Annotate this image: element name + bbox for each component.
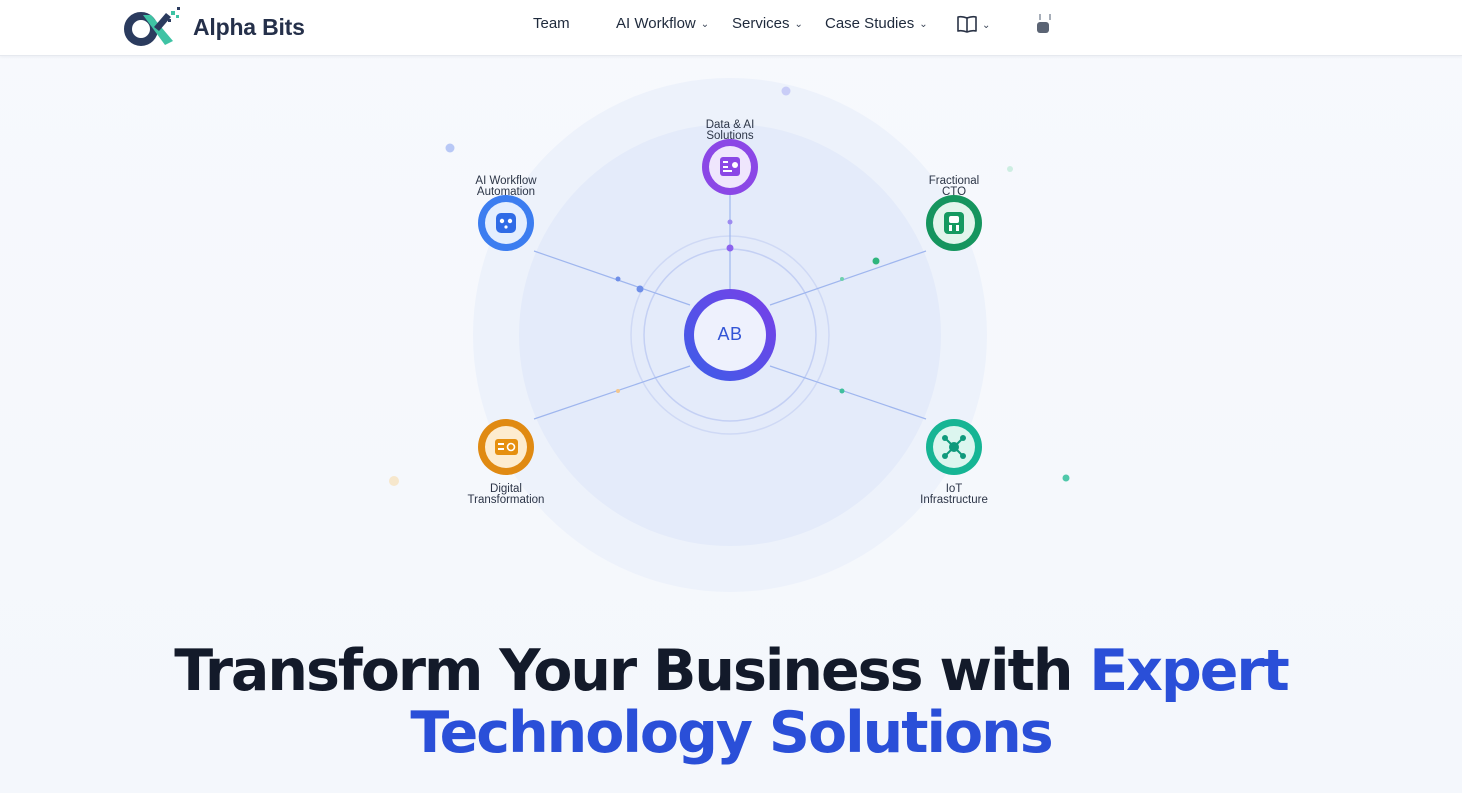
chevron-down-icon: ⌄ [982, 19, 991, 31]
brand-name: Alpha Bits [193, 13, 305, 40]
node-ai-workflow [478, 195, 534, 251]
node-iot-infrastructure [926, 419, 982, 475]
nav-ai-workflow[interactable]: AI Workflow ⌄ [616, 15, 709, 32]
robot-icon [496, 213, 516, 233]
nav-case-studies-label: Case Studies [825, 15, 915, 32]
chevron-down-icon: ⌄ [794, 19, 803, 30]
hero-headline: Transform Your Business with Expert Tech… [0, 640, 1462, 764]
brand-logo[interactable]: Alpha Bits [121, 5, 305, 49]
nav-case-studies[interactable]: Case Studies ⌄ [825, 15, 928, 32]
alpha-bits-logo-icon [124, 7, 180, 46]
node-label-iot-infrastructure: IoT Infrastructure [920, 483, 988, 506]
book-open-icon [957, 15, 977, 33]
chevron-down-icon: ⌄ [919, 19, 928, 30]
nav-resources-menu[interactable]: ⌄ [957, 15, 990, 33]
headline-part2: Expert [1089, 638, 1290, 704]
node-label-data-ai: Data & AI Solutions [705, 119, 755, 142]
chevron-down-icon: ⌄ [700, 19, 710, 30]
nav-ai-workflow-label: AI Workflow [616, 15, 696, 32]
node-fractional-cto [926, 195, 982, 251]
nav-team-label: Team [533, 15, 570, 32]
node-data-ai [702, 139, 758, 195]
headline-line2: Technology Solutions [410, 700, 1053, 766]
node-label-digital-transformation: Digital Transformation [467, 483, 545, 506]
nav-team[interactable]: Team [533, 15, 570, 32]
top-navbar: Alpha Bits Team AI Workflow ⌄ Services ⌄… [0, 0, 1462, 56]
plug-icon[interactable] [1035, 12, 1055, 41]
node-label-fractional-cto: Fractional CTO [928, 175, 980, 198]
node-digital-transformation [478, 419, 534, 475]
hub-label: AB [717, 324, 743, 344]
nav-services-label: Services [732, 15, 790, 32]
nav-services[interactable]: Services ⌄ [732, 15, 803, 32]
node-label-ai-workflow: AI Workflow Automation [475, 175, 537, 198]
headline-part1: Transform Your Business with [174, 638, 1090, 704]
